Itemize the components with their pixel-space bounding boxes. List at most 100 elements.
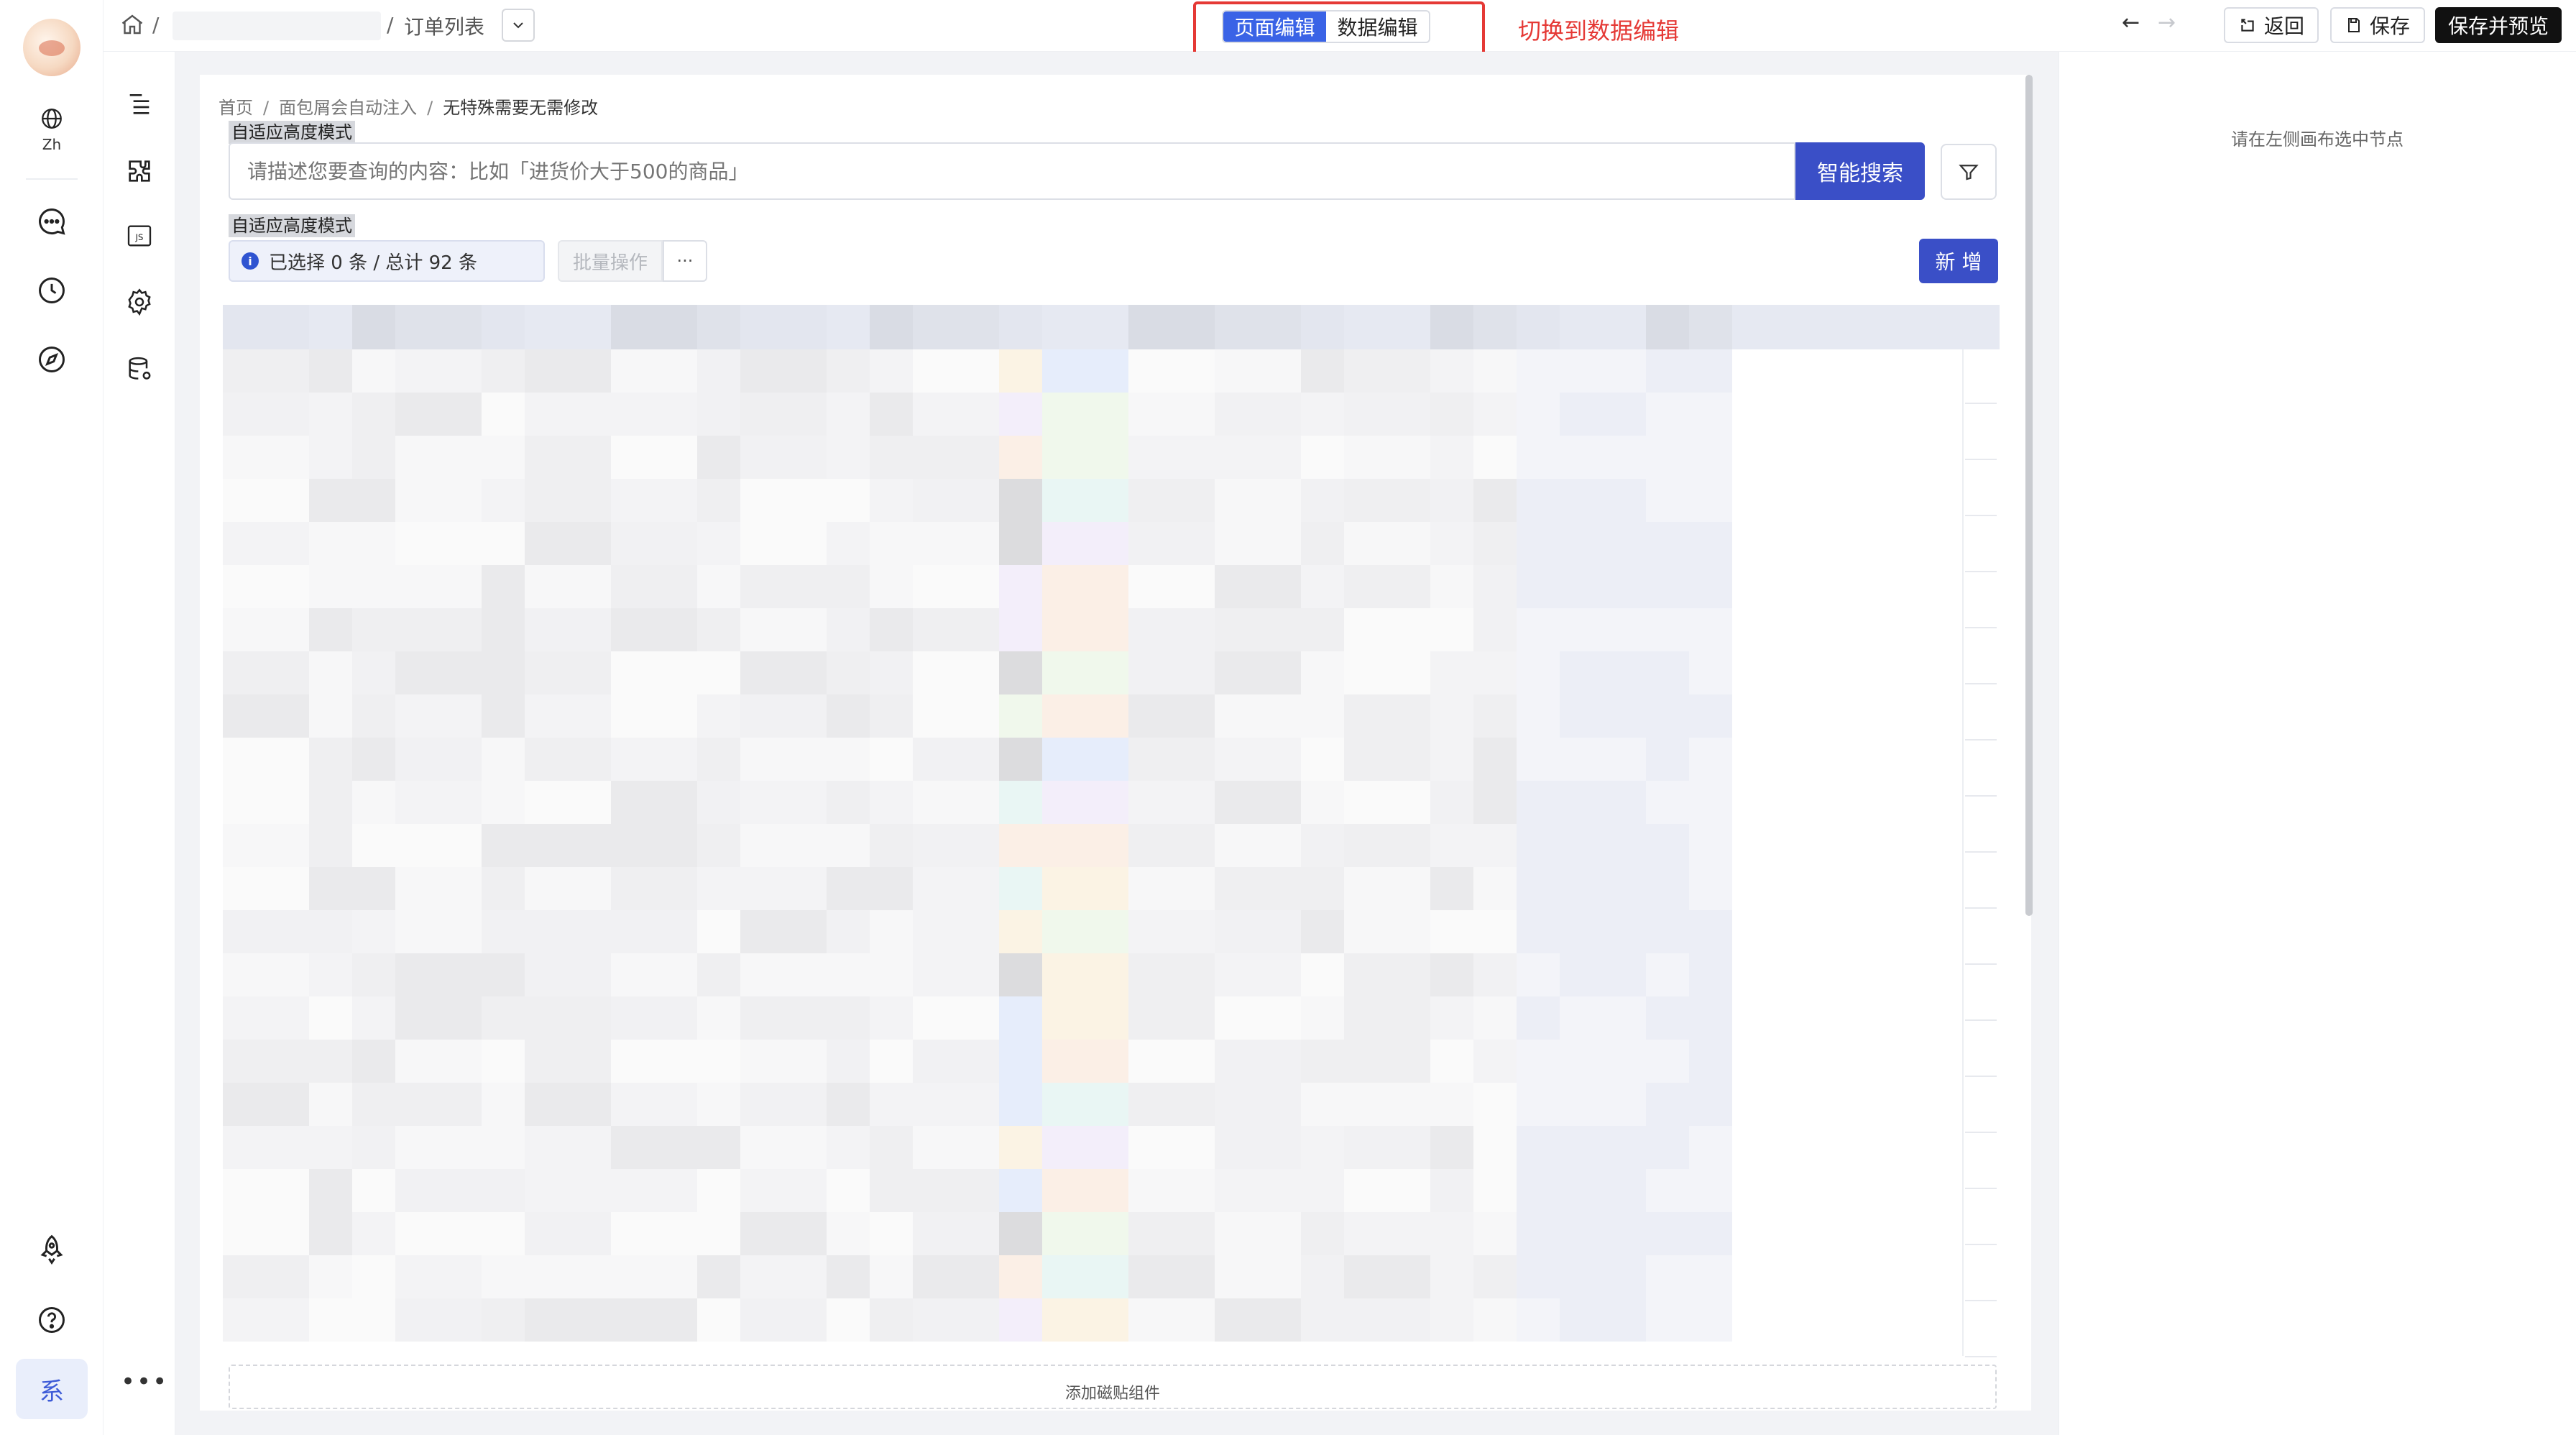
- breadcrumb-item-home[interactable]: 首页: [218, 98, 253, 118]
- row-divider: [1965, 739, 1997, 741]
- table-cell: [697, 651, 740, 694]
- save-and-preview-button[interactable]: 保存并预览: [2435, 7, 2562, 43]
- canvas-scrollbar[interactable]: [2025, 75, 2033, 916]
- tab-data-edit[interactable]: 数据编辑: [1326, 12, 1429, 42]
- table-cell: [1344, 436, 1430, 479]
- table-header-cell: [1301, 305, 1344, 349]
- table-cell: [870, 479, 913, 522]
- system-nav-item[interactable]: 系: [16, 1359, 88, 1419]
- gear-icon[interactable]: [122, 285, 157, 319]
- undo-icon[interactable]: ←: [2122, 10, 2140, 35]
- table-cell: [913, 1083, 999, 1126]
- table-cell: [611, 651, 697, 694]
- table-cell: [697, 436, 740, 479]
- back-button[interactable]: 返回: [2224, 7, 2319, 43]
- table-cell: [352, 651, 395, 694]
- table-cell: [1689, 781, 1732, 824]
- table-cell: [1128, 1083, 1215, 1126]
- table-cell: [913, 1298, 999, 1342]
- outline-icon[interactable]: [122, 86, 157, 121]
- table-cell: [1473, 565, 1517, 608]
- edit-mode-switch[interactable]: 页面编辑 数据编辑: [1222, 10, 1430, 43]
- table-cell: [1689, 1040, 1732, 1083]
- table-cell: [1344, 824, 1430, 867]
- more-tools-icon[interactable]: •••: [121, 1370, 167, 1395]
- avatar[interactable]: [23, 19, 80, 76]
- table-cell: [1301, 824, 1344, 867]
- table-cell: [827, 738, 870, 781]
- database-icon[interactable]: [122, 352, 157, 387]
- table-cell: [1128, 1212, 1215, 1255]
- table-cell: [309, 738, 352, 781]
- compass-icon[interactable]: [32, 339, 72, 380]
- clock-icon[interactable]: [32, 270, 72, 311]
- table-cell: [1344, 694, 1430, 738]
- table-cell: [870, 565, 913, 608]
- table-cell: [525, 996, 611, 1040]
- table-cell: [999, 781, 1042, 824]
- table-header-cell: [1689, 305, 1732, 349]
- table-cell: [740, 1040, 827, 1083]
- table-cell: [525, 393, 611, 436]
- add-button[interactable]: 新 增: [1919, 239, 1998, 283]
- table-cell: [482, 393, 525, 436]
- help-icon[interactable]: [32, 1300, 72, 1340]
- table-cell: [395, 781, 482, 824]
- table-cell: [1689, 1255, 1732, 1298]
- table-cell: [1344, 608, 1430, 651]
- table-cell: [352, 694, 395, 738]
- redo-icon[interactable]: →: [2158, 10, 2176, 35]
- table-cell: [697, 1212, 740, 1255]
- table-cell: [309, 522, 352, 565]
- table-cell: [1430, 608, 1473, 651]
- table-cell: [223, 910, 309, 953]
- batch-action-button[interactable]: 批量操作: [558, 240, 663, 282]
- table-cell: [913, 1255, 999, 1298]
- more-actions-button[interactable]: ···: [663, 240, 707, 282]
- table-cell: [611, 910, 697, 953]
- table-cell: [223, 436, 309, 479]
- table-cell: [870, 781, 913, 824]
- table-cell: [913, 565, 999, 608]
- table-cell: [1560, 651, 1646, 694]
- table-cell: [1560, 1083, 1646, 1126]
- chat-icon[interactable]: [32, 201, 72, 242]
- add-tile-component[interactable]: 添加磁贴组件: [229, 1365, 1997, 1409]
- table-cell: [1517, 393, 1560, 436]
- table-cell: [1560, 479, 1646, 522]
- table-cell: [395, 1126, 482, 1169]
- page-switch-dropdown[interactable]: [502, 9, 535, 42]
- table-cell: [1473, 608, 1517, 651]
- table-cell: [740, 522, 827, 565]
- row-divider: [1965, 907, 1997, 909]
- table-cell: [1430, 1040, 1473, 1083]
- table-cell: [482, 694, 525, 738]
- table-cell: [482, 781, 525, 824]
- language-switch[interactable]: Zh: [30, 106, 73, 153]
- tab-page-edit[interactable]: 页面编辑: [1223, 12, 1326, 42]
- table-cell: [1473, 349, 1517, 393]
- table-cell: [482, 1083, 525, 1126]
- filter-button[interactable]: [1941, 144, 1997, 200]
- table-cell: [352, 1169, 395, 1212]
- table-cell: [870, 1169, 913, 1212]
- rocket-icon[interactable]: [32, 1229, 72, 1270]
- home-icon[interactable]: [119, 12, 145, 37]
- table-cell: [827, 1255, 870, 1298]
- table-cell: [1128, 910, 1215, 953]
- save-button[interactable]: 保存: [2330, 7, 2425, 43]
- table-cell: [352, 1212, 395, 1255]
- table-cell: [1344, 1040, 1430, 1083]
- smart-search-input[interactable]: [229, 142, 1795, 200]
- globe-icon: [30, 106, 73, 136]
- table-cell: [740, 1212, 827, 1255]
- table-cell: [1344, 996, 1430, 1040]
- js-icon[interactable]: JS: [122, 219, 157, 253]
- table-cell: [1689, 651, 1732, 694]
- row-divider: [1965, 1076, 1997, 1077]
- table-cell: [1646, 479, 1689, 522]
- breadcrumb-item-auto[interactable]: 面包屑会自动注入: [279, 98, 417, 118]
- plugin-icon[interactable]: [122, 154, 157, 188]
- table-cell: [1430, 522, 1473, 565]
- smart-search-button[interactable]: 智能搜索: [1795, 142, 1925, 200]
